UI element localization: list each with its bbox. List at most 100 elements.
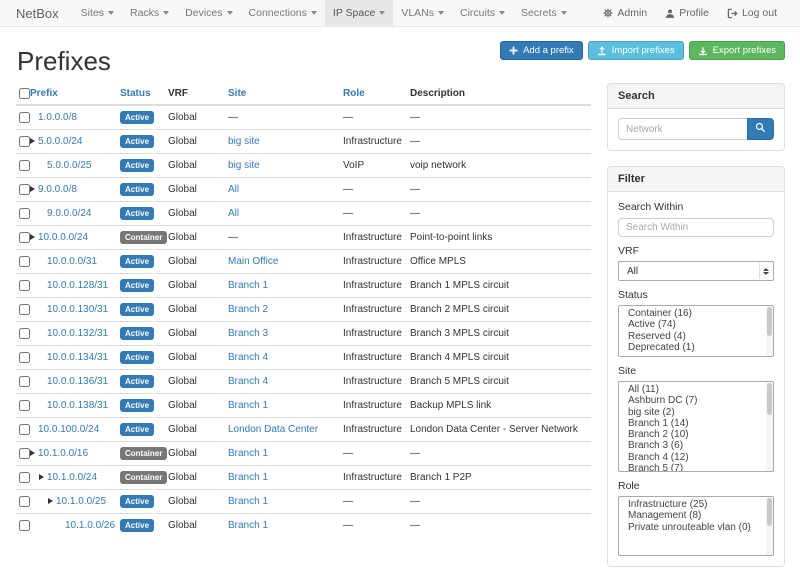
filter-option[interactable]: Branch 1 (14) <box>619 418 773 429</box>
scrollbar[interactable] <box>766 382 773 471</box>
filter-option[interactable]: Deprecated (1) <box>619 342 773 353</box>
prefix-link[interactable]: 10.0.0.132/31 <box>47 328 108 340</box>
filter-input-search-within[interactable] <box>618 218 774 237</box>
filter-option[interactable]: Branch 5 (7) <box>619 463 773 472</box>
row-checkbox[interactable] <box>19 184 30 195</box>
row-checkbox[interactable] <box>19 112 30 123</box>
site-link[interactable]: Main Office <box>228 256 278 267</box>
site-link[interactable]: Branch 1 <box>228 520 268 531</box>
prefix-link[interactable]: 10.0.0.0/31 <box>47 256 97 268</box>
nav-item-sites[interactable]: Sites <box>73 0 122 26</box>
prefix-link[interactable]: 10.0.100.0/24 <box>38 424 99 436</box>
row-checkbox[interactable] <box>19 280 30 291</box>
filter-option[interactable]: Container (16) <box>619 308 773 319</box>
row-checkbox[interactable] <box>19 400 30 411</box>
prefix-link[interactable]: 10.0.0.136/31 <box>47 376 108 388</box>
site-link[interactable]: big site <box>228 160 260 171</box>
column-header-site[interactable]: Site <box>228 84 343 105</box>
row-checkbox[interactable] <box>19 328 30 339</box>
select-all-checkbox[interactable] <box>19 88 30 99</box>
expand-children-icon[interactable] <box>30 138 35 144</box>
filter-option[interactable]: Branch 3 (6) <box>619 440 773 451</box>
column-header-role[interactable]: Role <box>343 84 410 105</box>
add-a-prefix-button[interactable]: Add a prefix <box>500 41 583 60</box>
expand-children-icon[interactable] <box>30 450 35 456</box>
filter-option[interactable]: Management (8) <box>619 510 773 521</box>
filter-option[interactable]: Reserved (4) <box>619 331 773 342</box>
scrollbar[interactable] <box>766 306 773 356</box>
nav-item-connections[interactable]: Connections <box>241 0 325 26</box>
site-link[interactable]: Branch 1 <box>228 448 268 459</box>
import-prefixes-button[interactable]: Import prefixes <box>588 41 684 60</box>
site-link[interactable]: Branch 4 <box>228 352 268 363</box>
filter-option[interactable]: All (11) <box>619 384 773 395</box>
prefix-link[interactable]: 10.0.0.0/24 <box>38 232 88 244</box>
prefix-link[interactable]: 10.0.0.138/31 <box>47 400 108 412</box>
filter-option[interactable]: Active (74) <box>619 319 773 330</box>
filter-option[interactable]: Private unrouteable vlan (0) <box>619 522 773 533</box>
nav-item-racks[interactable]: Racks <box>122 0 177 26</box>
row-checkbox[interactable] <box>19 304 30 315</box>
site-link[interactable]: Branch 1 <box>228 496 268 507</box>
utility-admin[interactable]: Admin <box>594 7 656 19</box>
utility-log-out[interactable]: Log out <box>718 7 786 19</box>
prefix-link[interactable]: 10.0.0.128/31 <box>47 280 108 292</box>
row-checkbox[interactable] <box>19 424 30 435</box>
utility-profile[interactable]: Profile <box>656 7 718 19</box>
expand-children-icon[interactable] <box>48 498 53 504</box>
site-link[interactable]: Branch 1 <box>228 400 268 411</box>
row-checkbox[interactable] <box>19 208 30 219</box>
filter-option[interactable]: Ashburn DC (7) <box>619 395 773 406</box>
site-link[interactable]: All <box>228 208 239 219</box>
prefix-link[interactable]: 9.0.0.0/8 <box>38 184 77 196</box>
nav-item-ip-space[interactable]: IP Space <box>325 0 393 26</box>
row-checkbox[interactable] <box>19 256 30 267</box>
prefix-link[interactable]: 10.0.0.134/31 <box>47 352 108 364</box>
row-checkbox[interactable] <box>19 448 30 459</box>
column-header-prefix[interactable]: Prefix <box>30 84 120 105</box>
expand-children-icon[interactable] <box>30 186 35 192</box>
filter-option[interactable]: Infrastructure (25) <box>619 499 773 510</box>
row-checkbox[interactable] <box>19 376 30 387</box>
export-prefixes-button[interactable]: Export prefixes <box>689 41 785 60</box>
nav-item-secrets[interactable]: Secrets <box>513 0 575 26</box>
row-checkbox[interactable] <box>19 136 30 147</box>
row-checkbox[interactable] <box>19 496 30 507</box>
site-link[interactable]: London Data Center <box>228 424 318 435</box>
site-link[interactable]: Branch 3 <box>228 328 268 339</box>
prefix-link[interactable]: 10.1.0.0/25 <box>56 496 106 508</box>
site-link[interactable]: Branch 1 <box>228 280 268 291</box>
prefix-link[interactable]: 10.1.0.0/16 <box>38 448 88 460</box>
site-link[interactable]: Branch 4 <box>228 376 268 387</box>
prefix-link[interactable]: 5.0.0.0/24 <box>38 136 82 148</box>
row-checkbox[interactable] <box>19 160 30 171</box>
prefix-link[interactable]: 9.0.0.0/24 <box>47 208 91 220</box>
brand[interactable]: NetBox <box>0 0 73 26</box>
prefix-link[interactable]: 1.0.0.0/8 <box>38 112 77 124</box>
search-button[interactable] <box>747 118 774 140</box>
site-link[interactable]: big site <box>228 136 260 147</box>
prefix-link[interactable]: 10.1.0.0/26 <box>65 520 115 532</box>
prefix-link[interactable]: 10.0.0.130/31 <box>47 304 108 316</box>
search-input[interactable] <box>618 118 747 140</box>
site-link[interactable]: Branch 2 <box>228 304 268 315</box>
prefix-link[interactable]: 5.0.0.0/25 <box>47 160 91 172</box>
filter-option[interactable]: Branch 4 (12) <box>619 452 773 463</box>
row-checkbox[interactable] <box>19 232 30 243</box>
row-checkbox[interactable] <box>19 352 30 363</box>
row-checkbox[interactable] <box>19 472 30 483</box>
expand-children-icon[interactable] <box>30 234 35 240</box>
expand-children-icon[interactable] <box>39 474 44 480</box>
nav-item-devices[interactable]: Devices <box>177 0 240 26</box>
row-checkbox[interactable] <box>19 520 30 531</box>
nav-item-circuits[interactable]: Circuits <box>452 0 513 26</box>
column-header-status[interactable]: Status <box>120 84 168 105</box>
site-link[interactable]: Branch 1 <box>228 472 268 483</box>
filter-option[interactable]: Branch 2 (10) <box>619 429 773 440</box>
filter-option[interactable]: big site (2) <box>619 407 773 418</box>
prefix-link[interactable]: 10.1.0.0/24 <box>47 472 97 484</box>
filter-select-vrf[interactable]: All <box>618 261 774 281</box>
scrollbar[interactable] <box>766 497 773 555</box>
site-link[interactable]: All <box>228 184 239 195</box>
nav-item-vlans[interactable]: VLANs <box>393 0 452 26</box>
